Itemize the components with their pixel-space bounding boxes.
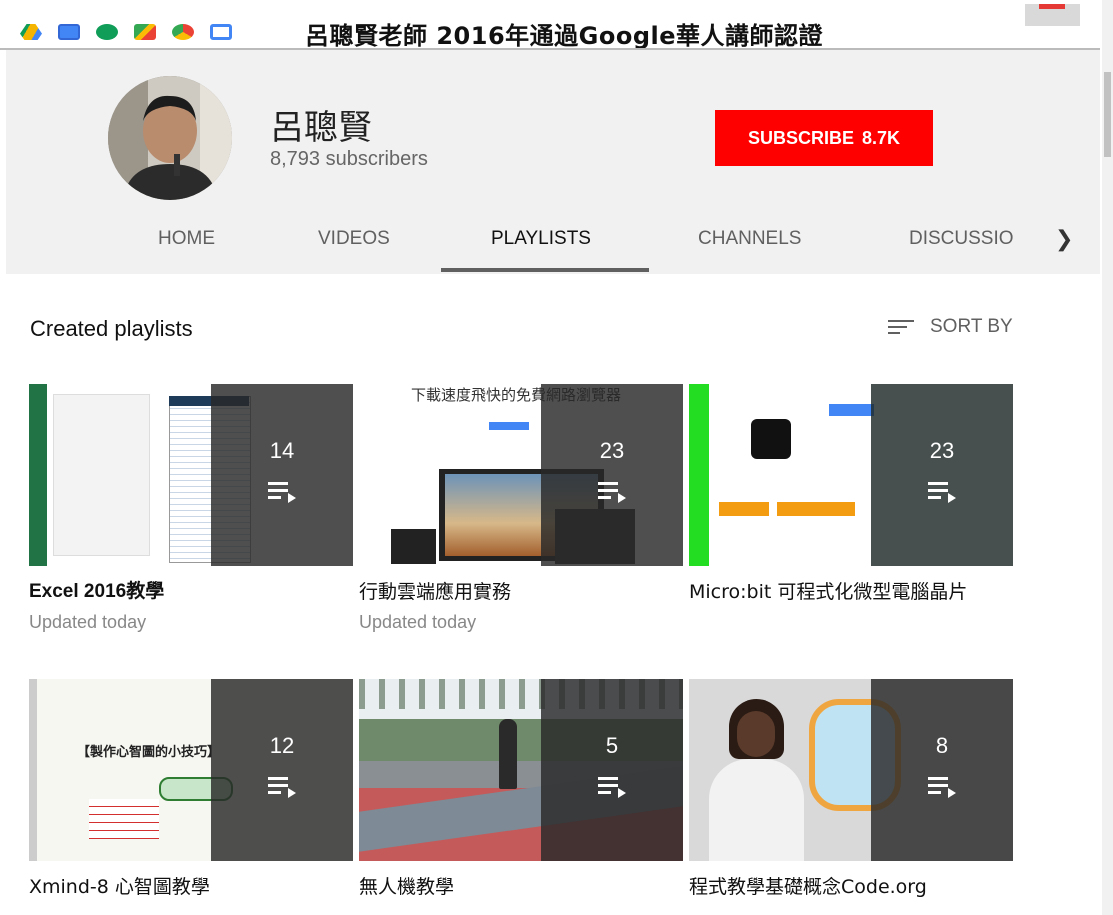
playlist-icon <box>928 480 956 504</box>
subscriber-count: 8,793 subscribers <box>270 148 428 170</box>
playlist-thumbnail[interactable]: 14 <box>29 384 353 566</box>
playlist-overlay: 5 <box>541 679 683 861</box>
playlist-title[interactable]: 行動雲端應用實務 <box>359 580 659 604</box>
chrome-icon[interactable] <box>172 24 194 40</box>
tab-discussion[interactable]: DISCUSSIO <box>909 228 1014 250</box>
playlist-video-count: 8 <box>935 733 949 758</box>
sort-label: SORT BY <box>930 316 1013 337</box>
playlist-icon <box>598 480 626 504</box>
playlist-video-count: 12 <box>269 733 295 758</box>
channel-avatar[interactable] <box>108 76 232 200</box>
playlist-overlay: 12 <box>211 679 353 861</box>
tab-videos[interactable]: VIDEOS <box>318 228 390 250</box>
google-calendar-icon[interactable] <box>58 24 80 40</box>
subscribe-count: 8.7K <box>861 127 901 148</box>
google-maps-icon[interactable] <box>134 24 156 40</box>
playlist-card[interactable]: 14 Excel 2016教學 Updated today <box>29 384 353 633</box>
subscribe-label: SUBSCRIBE <box>747 127 854 148</box>
tab-home[interactable]: HOME <box>158 228 215 250</box>
playlist-thumbnail[interactable]: 【製作心智圖的小技巧】 12 <box>29 679 353 861</box>
banner-title: 呂聰賢老師 2016年通過Google華人講師認證 <box>305 22 824 50</box>
playlist-video-count: 14 <box>269 438 295 463</box>
playlist-title[interactable]: Micro:bit 可程式化微型電腦晶片 <box>689 580 979 604</box>
playlist-card[interactable]: 8 程式教學基礎概念Code.org <box>689 679 1013 907</box>
playlist-video-count: 5 <box>605 733 619 758</box>
subscribe-button[interactable]: SUBSCRIBE 8.7K <box>715 110 933 166</box>
playlist-icon <box>268 775 296 799</box>
playlist-card[interactable]: 5 無人機教學 <box>359 679 683 907</box>
playlist-thumbnail[interactable]: 5 <box>359 679 683 861</box>
playlist-overlay: 14 <box>211 384 353 566</box>
section-title: Created playlists <box>30 316 193 341</box>
playlist-icon <box>598 775 626 799</box>
playlist-thumbnail[interactable]: 下載速度飛快的免費網路瀏覽器 23 <box>359 384 683 566</box>
page-scrollbar[interactable] <box>1102 0 1113 915</box>
playlist-card[interactable]: 【製作心智圖的小技巧】 12 Xmind-8 心智圖教學 <box>29 679 353 907</box>
chevron-right-icon[interactable]: ❯ <box>1055 226 1073 252</box>
playlist-video-count: 23 <box>929 438 955 463</box>
playlist-card[interactable]: 下載速度飛快的免費網路瀏覽器 23 行動雲端應用實務 Updated today <box>359 384 683 633</box>
channel-name: 呂聰賢 <box>270 108 372 148</box>
sort-icon <box>888 318 914 336</box>
scrollbar-thumb[interactable] <box>1104 72 1111 157</box>
playlist-icon <box>928 775 956 799</box>
playlist-video-count: 23 <box>599 438 625 463</box>
app-shortcuts <box>20 24 232 40</box>
search-console-icon[interactable] <box>210 24 232 40</box>
playlist-overlay: 23 <box>541 384 683 566</box>
playlist-icon <box>268 480 296 504</box>
top-banner: 呂聰賢老師 2016年通過Google華人講師認證 <box>0 0 1100 50</box>
playlist-updated: Updated today <box>359 612 477 632</box>
tab-playlists[interactable]: PLAYLISTS <box>491 228 591 250</box>
google-hangouts-icon[interactable] <box>96 24 118 40</box>
playlist-title[interactable]: Excel 2016教學 <box>29 580 329 604</box>
active-tab-indicator <box>441 268 649 272</box>
playlist-card[interactable]: 23 Micro:bit 可程式化微型電腦晶片 <box>689 384 1013 612</box>
google-drive-icon[interactable] <box>20 24 42 40</box>
playlist-title[interactable]: 程式教學基礎概念Code.org <box>689 875 989 899</box>
window-control-button[interactable] <box>1025 4 1080 26</box>
thumbnail-caption: 【製作心智圖的小技巧】 <box>77 745 221 760</box>
playlist-thumbnail[interactable]: 8 <box>689 679 1013 861</box>
playlist-updated: Updated today <box>29 612 147 632</box>
sort-by-button[interactable]: SORT BY <box>888 316 1013 338</box>
playlist-thumbnail[interactable]: 23 <box>689 384 1013 566</box>
playlist-overlay: 23 <box>871 384 1013 566</box>
playlist-title[interactable]: 無人機教學 <box>359 875 659 899</box>
playlist-title[interactable]: Xmind-8 心智圖教學 <box>29 875 329 899</box>
playlist-overlay: 8 <box>871 679 1013 861</box>
tab-channels[interactable]: CHANNELS <box>698 228 801 250</box>
